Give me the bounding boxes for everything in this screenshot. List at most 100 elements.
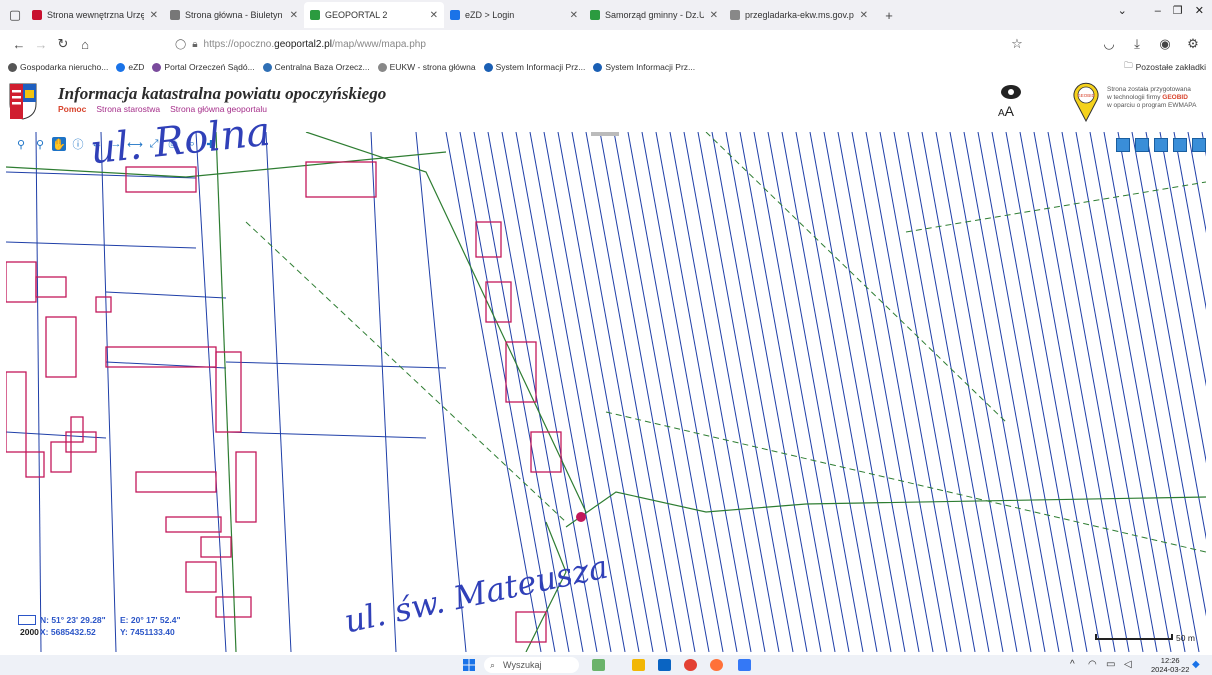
fullscreen-icon[interactable] bbox=[1173, 138, 1187, 152]
parcel-boundary bbox=[753, 132, 850, 652]
browser-tab[interactable]: GEOPORTAL 2 ✕ bbox=[304, 2, 444, 28]
bookmark-label: Centralna Baza Orzecz... bbox=[274, 62, 370, 72]
building-outline bbox=[95, 296, 112, 313]
browser-tab[interactable]: Samorząd gminny - Dz.U. i M.P.✕ bbox=[584, 2, 724, 28]
parcel-boundary bbox=[823, 132, 920, 652]
parcel-boundary bbox=[963, 132, 1060, 652]
other-bookmarks[interactable]: 🗀 Pozostałe zakładki bbox=[1124, 60, 1206, 74]
tab-list-icon[interactable]: ▢ bbox=[4, 4, 26, 26]
parcel-boundary bbox=[6, 171, 197, 179]
tab-close-icon[interactable]: ✕ bbox=[284, 10, 298, 21]
tab-overflow-icon[interactable]: ⌄ bbox=[1118, 4, 1127, 17]
tab-close-icon[interactable]: ✕ bbox=[854, 10, 868, 21]
account-icon[interactable]: ◉ bbox=[1154, 33, 1176, 55]
scale-icon[interactable] bbox=[18, 615, 36, 625]
widgets-icon[interactable] bbox=[592, 659, 605, 671]
bookmark-item[interactable]: Portal Orzeczeń Sądó... bbox=[152, 62, 255, 72]
bookmark-star-icon[interactable]: ☆ bbox=[1006, 33, 1028, 55]
help-link[interactable]: Pomoc bbox=[58, 104, 86, 114]
browser-tab[interactable]: przegladarka-ekw.ms.gov.pl/e ✕ bbox=[724, 2, 874, 28]
browser-tab[interactable]: Strona wewnętrzna Urzędu Mi✕ bbox=[26, 2, 164, 28]
tab-favicon-icon bbox=[450, 10, 460, 20]
layers-icon[interactable] bbox=[1116, 138, 1130, 152]
notification-bell-icon[interactable]: ◆ bbox=[1192, 659, 1200, 670]
bookmark-icon bbox=[8, 62, 17, 72]
parcel-boundary bbox=[1075, 132, 1172, 652]
tab-close-icon[interactable]: ✕ bbox=[424, 10, 438, 21]
bookmark-label: System Informacji Prz... bbox=[495, 62, 586, 72]
bookmark-item[interactable]: eZD bbox=[116, 62, 144, 72]
parcel-boundary bbox=[225, 431, 427, 439]
building-outline bbox=[125, 166, 197, 193]
scale-bar-label: 50 m bbox=[1176, 633, 1195, 643]
shield-icon: ◯ bbox=[175, 38, 187, 50]
bookmark-item[interactable]: Gospodarka nierucho... bbox=[8, 62, 108, 72]
chrome-icon[interactable] bbox=[684, 659, 697, 671]
building-outline bbox=[305, 161, 377, 198]
tray-chevron-icon[interactable]: ^ bbox=[1070, 659, 1075, 670]
restore-icon[interactable]: ❐ bbox=[1173, 4, 1183, 17]
download-icon[interactable]: ⤓ bbox=[1126, 33, 1148, 55]
coord-n: N: 51° 23' 29.28" bbox=[40, 615, 106, 625]
coord-y: Y: 7451133.40 bbox=[120, 627, 175, 637]
browser-tab[interactable]: eZD > Login ✕ bbox=[444, 2, 584, 28]
browser-tab[interactable]: Strona główna - Biuletyn Infor✕ bbox=[164, 2, 304, 28]
parcel-boundary bbox=[1005, 132, 1102, 652]
bookmark-item[interactable]: System Informacji Prz... bbox=[593, 62, 695, 72]
close-window-icon[interactable]: ✕ bbox=[1195, 4, 1204, 17]
parcel-boundary bbox=[1103, 132, 1200, 652]
parcel-boundary bbox=[6, 241, 197, 249]
geobid-credit-line-1: Strona została przygotowana bbox=[1107, 86, 1191, 93]
coord-e: E: 20° 17' 52.4" bbox=[120, 615, 181, 625]
settings-icon[interactable] bbox=[1192, 138, 1206, 152]
display-icon[interactable]: ▭ bbox=[1106, 659, 1115, 670]
reload-icon[interactable]: ↻ bbox=[52, 33, 74, 55]
store-icon[interactable] bbox=[738, 659, 751, 671]
url-domain: geoportal2.pl bbox=[274, 38, 332, 50]
zoom-in-icon[interactable]: ⚲ bbox=[14, 137, 28, 151]
parcel-boundary bbox=[370, 132, 397, 652]
info-icon[interactable]: ⓘ bbox=[71, 137, 85, 151]
new-tab-button[interactable]: + bbox=[878, 4, 900, 26]
starostwo-link[interactable]: Strona starostwa bbox=[96, 104, 160, 114]
parcel-boundary bbox=[683, 132, 780, 652]
firefox-icon[interactable] bbox=[710, 659, 723, 671]
windows-start-icon[interactable] bbox=[463, 659, 475, 671]
back-icon[interactable]: ← bbox=[8, 33, 30, 55]
building-outline bbox=[235, 451, 257, 523]
coordinates-readout: N: 51° 23' 29.28" E: 20° 17' 52.4" 2000 … bbox=[18, 615, 188, 639]
tab-close-icon[interactable]: ✕ bbox=[564, 10, 578, 21]
outlook-icon[interactable] bbox=[658, 659, 671, 671]
wifi-icon[interactable]: ◠ bbox=[1088, 659, 1097, 670]
basemap-icon[interactable] bbox=[1154, 138, 1168, 152]
road-line bbox=[215, 132, 237, 652]
parcel-boundary bbox=[613, 132, 710, 652]
parcel-boundary bbox=[265, 132, 292, 652]
bookmark-item[interactable]: System Informacji Prz... bbox=[483, 62, 586, 72]
bookmark-item[interactable]: EUKW - strona główna bbox=[377, 62, 476, 72]
file-explorer-icon[interactable] bbox=[632, 659, 645, 671]
parcel-boundary bbox=[669, 132, 766, 652]
home-icon[interactable]: ⌂ bbox=[74, 33, 96, 55]
geobid-logo-icon: GEOBID bbox=[1073, 82, 1099, 122]
tab-close-icon[interactable]: ✕ bbox=[144, 10, 158, 21]
extensions-icon[interactable]: ⚙ bbox=[1182, 33, 1204, 55]
parcel-boundary bbox=[627, 132, 724, 652]
pocket-icon[interactable]: ◡ bbox=[1098, 33, 1120, 55]
legend-icon[interactable] bbox=[1135, 138, 1149, 152]
geobid-logo-text: GEOBID bbox=[1077, 93, 1095, 98]
taskbar-search[interactable]: ⌕ Wyszukaj bbox=[484, 657, 579, 673]
bookmark-item[interactable]: Centralna Baza Orzecz... bbox=[262, 62, 370, 72]
url-bar[interactable]: ◯ 🔒︎ https://opoczno. geoportal2.pl/map/w… bbox=[175, 33, 1005, 55]
forward-icon[interactable]: → bbox=[30, 33, 52, 55]
pan-hand-icon[interactable]: ✋ bbox=[52, 137, 66, 151]
tab-close-icon[interactable]: ✕ bbox=[704, 10, 718, 21]
zoom-out-icon[interactable]: ⚲ bbox=[33, 137, 47, 151]
taskbar-clock[interactable]: 12:26 2024-03-22 bbox=[1151, 656, 1189, 674]
volume-icon[interactable]: ◁ bbox=[1124, 659, 1132, 670]
font-size-button[interactable]: AA bbox=[998, 103, 1014, 119]
parcel-boundary bbox=[1187, 132, 1206, 234]
minimize-icon[interactable]: – bbox=[1155, 5, 1161, 17]
tab-title: Strona wewnętrzna Urzędu Mi bbox=[47, 10, 144, 20]
eye-icon[interactable] bbox=[1000, 84, 1022, 100]
